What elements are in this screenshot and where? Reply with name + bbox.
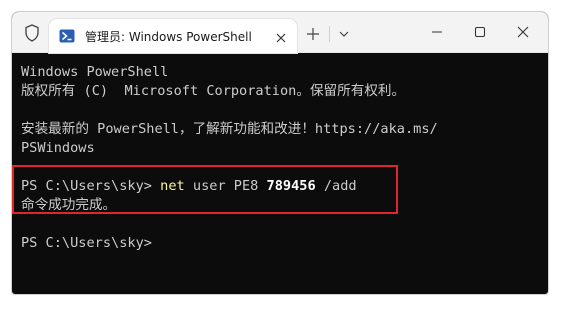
- titlebar-divider: [329, 26, 330, 42]
- powershell-icon: [59, 28, 75, 43]
- command-flag: /add: [315, 178, 357, 194]
- close-icon[interactable]: [513, 22, 533, 42]
- console-output[interactable]: Windows PowerShell 版权所有 (C) Microsoft Co…: [21, 63, 543, 253]
- close-icon[interactable]: [275, 29, 287, 43]
- scrollbar[interactable]: [540, 57, 546, 292]
- console-line-upgrade: 安装最新的 PowerShell，了解新功能和改进！https://aka.ms…: [21, 121, 438, 137]
- console-result-line: 命令成功完成。: [21, 197, 117, 213]
- terminal-window: 管理员: Windows PowerShell Windows PowerShe…: [11, 11, 549, 295]
- console-line-header: Windows PowerShell: [21, 64, 169, 80]
- minimize-icon[interactable]: [427, 22, 447, 42]
- chevron-down-icon[interactable]: [335, 26, 353, 42]
- tab-powershell[interactable]: 管理员: Windows PowerShell: [49, 19, 297, 53]
- command-name: net: [160, 178, 185, 194]
- console-command-line: PS C:\Users\sky> net user PE8 789456 /ad…: [21, 177, 543, 196]
- command-args: user PE8: [184, 178, 267, 194]
- maximize-icon[interactable]: [470, 22, 490, 42]
- console-line-copyright: 版权所有 (C) Microsoft Corporation。保留所有权利。: [21, 83, 406, 99]
- console-line-upgrade-cont: PSWindows: [21, 140, 95, 156]
- title-bar: 管理员: Windows PowerShell: [12, 12, 548, 53]
- command-password: 789456: [266, 178, 316, 194]
- tab-title: 管理员: Windows PowerShell: [85, 30, 252, 44]
- shield-icon: [24, 24, 40, 42]
- plus-icon[interactable]: [302, 24, 324, 44]
- prompt: PS C:\Users\sky>: [21, 178, 161, 194]
- console-prompt-line: PS C:\Users\sky>: [21, 235, 152, 251]
